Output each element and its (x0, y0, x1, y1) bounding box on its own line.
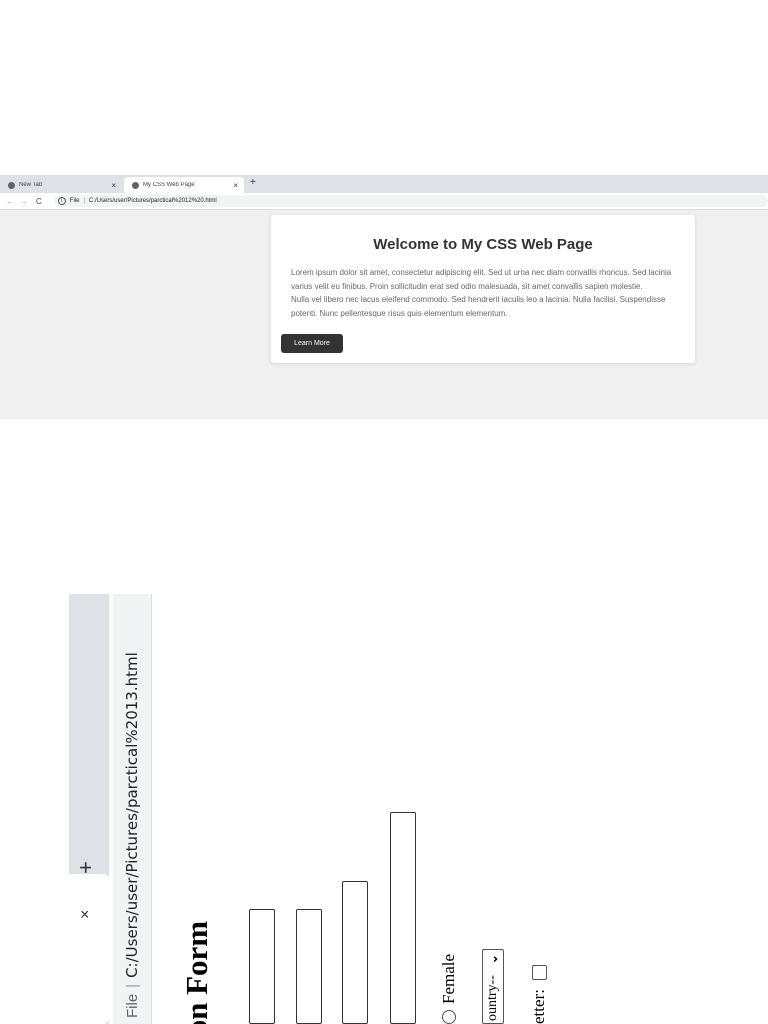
tab-my-css-web-page[interactable]: My CSS Web Page × (124, 177, 244, 193)
gender-label: Female (439, 953, 458, 1004)
newsletter-checkbox[interactable] (532, 965, 547, 980)
paragraph: Lorem ipsum dolor sit amet, consectetur … (291, 268, 672, 291)
new-tab-button[interactable]: + (73, 861, 99, 874)
address-url[interactable]: C:/Users/user/Pictures/parctical%2013.ht… (123, 652, 141, 978)
address-bar[interactable]: File | C:/Users/user/Pictures/parctical%… (113, 594, 152, 1024)
browser-toolbar: ← → C i File | C:/Users/user/Pictures/pa… (0, 193, 768, 210)
close-icon[interactable]: × (233, 181, 238, 190)
rotated-screenshot: × + File | C:/Users/user/Pictures/parcti… (69, 594, 768, 1024)
tab-title: New Tab (19, 182, 43, 188)
browser-window-registration-form: × + File | C:/Users/user/Pictures/parcti… (0, 594, 768, 1024)
file-label: File (69, 198, 80, 204)
close-icon[interactable]: × (77, 910, 95, 919)
radio-button[interactable] (442, 1010, 456, 1024)
country-select[interactable]: ountry-- ⌄ (482, 949, 504, 1024)
new-tab-button[interactable]: + (250, 177, 256, 188)
file-label: File (123, 993, 141, 1018)
newsletter-label: etter: (529, 989, 548, 1024)
gender-option-female[interactable]: Female (439, 954, 459, 1024)
tab-title: My CSS Web Page (143, 182, 195, 188)
form-heading: ion Form (179, 920, 214, 1024)
chrome-icon (8, 181, 15, 189)
text-input[interactable] (342, 881, 368, 1024)
close-icon[interactable]: × (111, 181, 116, 190)
address-bar[interactable]: i File | C:/Users/user/Pictures/parctica… (53, 195, 768, 207)
text-input[interactable] (249, 909, 275, 1024)
address-url[interactable]: C:/Users/user/Pictures/parctical%2012%20… (89, 198, 217, 204)
address-separator: | (123, 983, 141, 988)
browser-window-css-page: New Tab × My CSS Web Page × + ← → C i Fi… (0, 175, 768, 419)
page-title: Welcome to My CSS Web Page (373, 236, 593, 253)
text-input[interactable] (390, 812, 416, 1024)
paragraph: Nulla vel libero nec lacus eleifend comm… (291, 295, 666, 318)
address-separator: | (83, 198, 86, 204)
tab-active[interactable]: × (69, 874, 109, 1024)
back-icon[interactable]: ← (6, 197, 14, 206)
select-value: ountry-- (485, 975, 500, 1021)
info-icon[interactable]: i (57, 197, 66, 205)
globe-icon (132, 181, 139, 189)
text-input[interactable] (296, 909, 322, 1024)
chevron-down-icon: ⌄ (485, 954, 500, 965)
reload-icon[interactable]: C (36, 197, 42, 206)
tab-new-tab[interactable]: New Tab × (0, 177, 122, 193)
forward-icon[interactable]: → (20, 197, 28, 206)
tab-strip: × + (69, 594, 109, 1024)
card-body-text: Lorem ipsum dolor sit amet, consectetur … (291, 266, 683, 320)
tab-strip: New Tab × My CSS Web Page × + (0, 175, 768, 193)
learn-more-button[interactable]: Learn More (281, 334, 343, 353)
